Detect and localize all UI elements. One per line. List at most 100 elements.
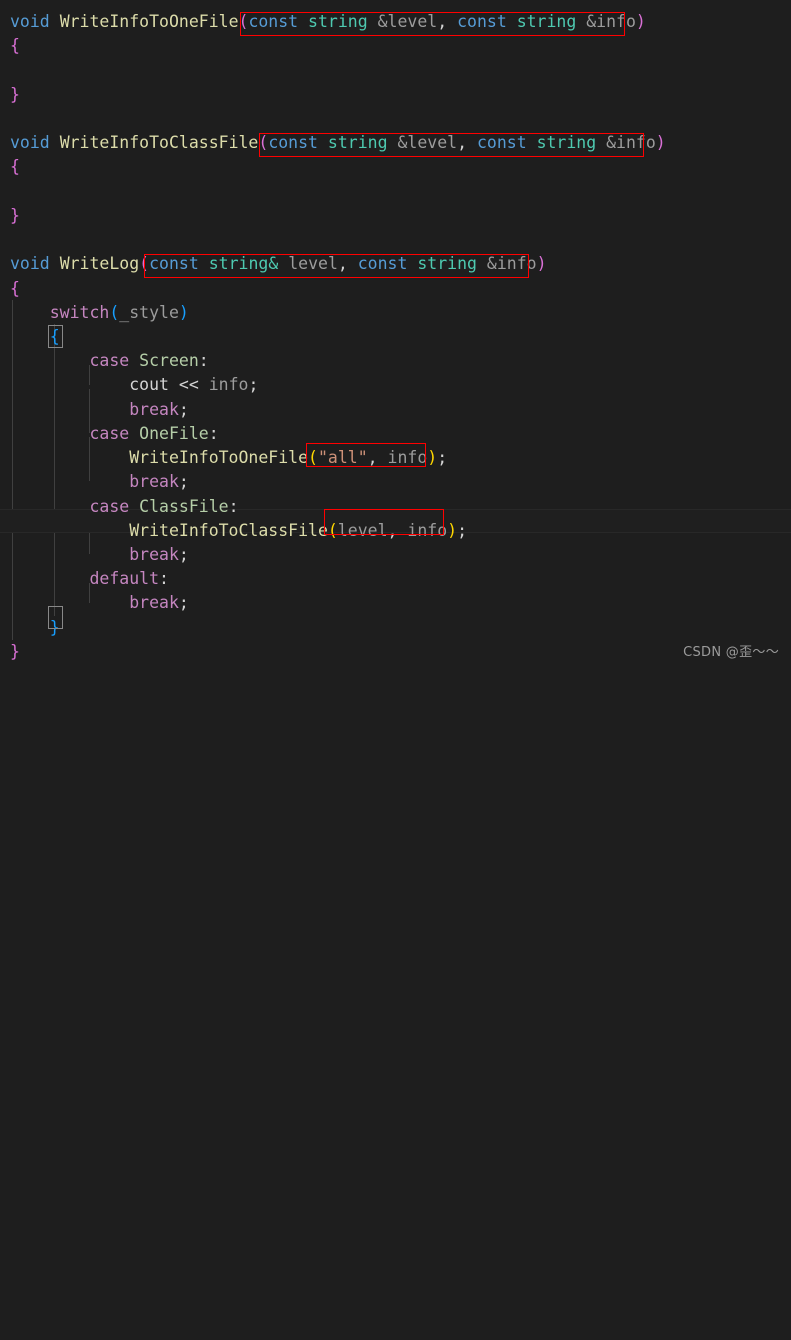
code-line-6[interactable]: void WriteInfoToClassFile(const string &… (0, 131, 791, 155)
code-line-13[interactable]: switch(_style) (0, 301, 791, 325)
token-enum-OneFile: OneFile (139, 424, 209, 443)
token-brace-close: } (10, 206, 20, 225)
code-line-11[interactable]: void WriteLog(const string& level, const… (0, 252, 791, 276)
code-line-26[interactable]: } (0, 616, 791, 640)
token-paren-open: ( (139, 254, 150, 273)
code-line-5[interactable] (0, 107, 791, 131)
token-keyword-const: const (457, 12, 507, 31)
token-enum-ClassFile: ClassFile (139, 497, 229, 516)
token-paren-open: ( (308, 448, 318, 467)
code-line-8[interactable] (0, 180, 791, 204)
token-keyword-default: default (89, 569, 160, 588)
code-line-2[interactable]: { (0, 34, 791, 58)
token-param-info: &info (586, 12, 636, 31)
token-keyword-case: case (89, 424, 130, 443)
token-brace-open: { (10, 279, 20, 298)
token-keyword-break: break (129, 545, 179, 564)
token-paren-close: ) (655, 133, 666, 152)
token-variable-level: level (337, 521, 388, 540)
token-colon: : (208, 424, 219, 443)
token-comma: , (387, 521, 398, 540)
token-keyword-const: const (476, 133, 527, 152)
code-editor[interactable]: void WriteInfoToOneFile(const string &le… (0, 0, 791, 670)
code-line-20[interactable]: break; (0, 470, 791, 494)
token-paren-open: ( (327, 521, 338, 540)
token-function-WriteLog: WriteLog (59, 254, 140, 273)
token-colon: : (159, 569, 169, 588)
token-colon: : (228, 497, 239, 516)
code-line-9[interactable]: } (0, 204, 791, 228)
token-paren-close: ) (536, 254, 547, 273)
code-line-3[interactable] (0, 58, 791, 82)
token-type-string: string (417, 254, 477, 273)
token-paren-close: ) (447, 521, 458, 540)
token-semicolon: ; (178, 472, 189, 491)
token-paren-open: ( (109, 303, 120, 322)
code-line-25[interactable]: break; (0, 591, 791, 615)
code-line-16[interactable]: cout << info; (0, 373, 791, 397)
token-keyword-case: case (89, 497, 130, 516)
token-keyword-break: break (129, 472, 179, 491)
token-string-all: "all" (317, 448, 368, 467)
code-line-21[interactable]: case ClassFile: (0, 495, 791, 519)
code-line-27[interactable]: } (0, 640, 791, 664)
token-param-level: &level (397, 133, 458, 152)
token-keyword-case: case (89, 351, 130, 370)
token-call-WriteInfoToClassFile: WriteInfoToClassFile (129, 521, 328, 540)
token-brace-close-switch: } (49, 618, 60, 637)
token-brace-open: { (10, 36, 20, 55)
code-line-19[interactable]: WriteInfoToOneFile("all", info); (0, 446, 791, 470)
token-paren-close: ) (635, 12, 646, 31)
token-comma: , (367, 448, 378, 467)
token-semicolon: ; (457, 521, 468, 540)
token-function-WriteInfoToOneFile: WriteInfoToOneFile (59, 12, 239, 31)
token-enum-Screen: Screen (139, 351, 199, 370)
token-semicolon: ; (178, 545, 189, 564)
token-brace-close: } (10, 642, 20, 661)
token-paren-close: ) (178, 303, 189, 322)
token-type-string: string (536, 133, 597, 152)
token-param-level: &level (377, 12, 438, 31)
csdn-watermark: CSDN @歪～～ (683, 645, 779, 660)
token-semicolon: ; (437, 448, 448, 467)
code-line-1[interactable]: void WriteInfoToOneFile( const string &le… (0, 10, 791, 34)
code-line-17[interactable]: break; (0, 398, 791, 422)
code-line-4[interactable]: } (0, 83, 791, 107)
token-comma: , (437, 12, 448, 31)
token-semicolon: ; (248, 375, 259, 394)
token-keyword-void: void (10, 12, 50, 31)
token-variable-_style: _style (119, 303, 179, 322)
code-line-10[interactable] (0, 228, 791, 252)
code-line-14[interactable]: { (0, 325, 791, 349)
code-line-24[interactable]: default: (0, 567, 791, 591)
token-semicolon: ; (178, 593, 189, 612)
token-paren-open: ( (238, 12, 249, 31)
token-variable-info: info (407, 521, 448, 540)
token-type-string: string (327, 133, 388, 152)
token-variable-info: info (387, 448, 428, 467)
token-brace-open: { (10, 157, 20, 176)
code-line-7[interactable]: { (0, 155, 791, 179)
token-paren-close: ) (427, 448, 438, 467)
token-keyword-const: const (268, 133, 318, 152)
code-line-12[interactable]: { (0, 277, 791, 301)
token-keyword-switch: switch (49, 303, 110, 322)
token-colon: : (198, 351, 209, 370)
token-variable-info: info (208, 375, 249, 394)
token-param-level: level (288, 254, 338, 273)
code-line-15[interactable]: case Screen: (0, 349, 791, 373)
token-brace-close: } (10, 85, 20, 104)
token-keyword-void: void (10, 133, 50, 152)
token-brace-open-switch: { (49, 327, 60, 346)
code-line-22[interactable]: WriteInfoToClassFile(level, info); (0, 519, 791, 543)
token-operator-shift: << (178, 375, 199, 394)
token-keyword-const: const (149, 254, 199, 273)
token-keyword-break: break (129, 593, 179, 612)
code-line-23[interactable]: break; (0, 543, 791, 567)
token-type-string: string& (208, 254, 279, 273)
token-semicolon: ; (178, 400, 189, 419)
token-type-string: string (516, 12, 577, 31)
code-line-18[interactable]: case OneFile: (0, 422, 791, 446)
token-paren-open: ( (258, 133, 269, 152)
token-keyword-void: void (10, 254, 50, 273)
